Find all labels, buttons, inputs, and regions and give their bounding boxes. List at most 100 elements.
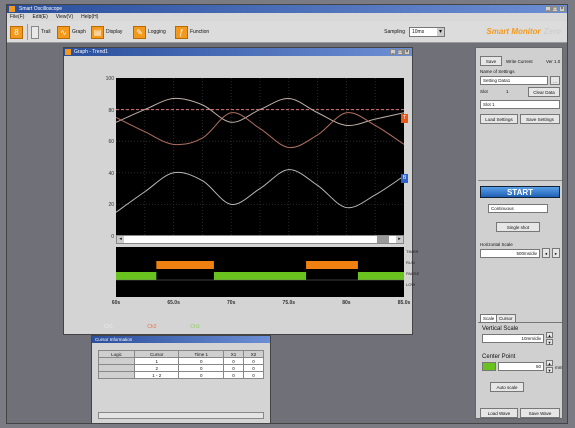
vertical-scale-label: Vertical Scale bbox=[482, 326, 519, 332]
menu-bar: File(F) Edit(E) View(V) Help(H) bbox=[7, 13, 567, 21]
vscale-down-icon[interactable]: ▾ bbox=[546, 339, 553, 345]
table-row[interactable]: 2000 bbox=[98, 364, 264, 372]
table-cell: 0 bbox=[223, 357, 245, 365]
table-cell: 0 bbox=[178, 357, 225, 365]
x-tick-label: 75.0s bbox=[282, 300, 296, 306]
graph-icon: ∿ bbox=[57, 25, 70, 39]
brand-logo: Smart Monitor Zero bbox=[486, 27, 561, 36]
load-settings-button[interactable]: Load Settings bbox=[480, 114, 518, 124]
save-wave-button[interactable]: Save Wave bbox=[520, 408, 560, 418]
y-tick-label: 100 bbox=[105, 76, 114, 82]
scroll-right-icon[interactable]: ▸ bbox=[396, 236, 403, 243]
scroll-left-icon[interactable]: ◂ bbox=[117, 236, 124, 243]
slot-value: 1 bbox=[506, 89, 509, 94]
horizontal-scrollbar[interactable]: ◂ ▸ bbox=[116, 235, 404, 244]
graph-button[interactable]: ∿ Graph bbox=[57, 25, 86, 39]
x-axis: 60s 65.0s 70s 75.0s 80s 85.0s bbox=[112, 300, 410, 308]
panel-icon: 8 bbox=[10, 25, 23, 39]
hscale-left-icon[interactable]: ◂ bbox=[542, 248, 550, 258]
settings-name-field[interactable]: Setting Data1 bbox=[480, 76, 548, 85]
legend-ch3: Ch3 bbox=[190, 324, 200, 330]
settings-name-label: Name of Settings bbox=[480, 69, 515, 74]
logging-button[interactable]: ✎ Logging bbox=[133, 25, 166, 39]
slot-label: Slot bbox=[480, 89, 488, 94]
table-row[interactable]: 1000 bbox=[98, 357, 264, 365]
digital-label: PAUSE bbox=[406, 271, 420, 276]
cursor-table-header: Time 1 bbox=[178, 350, 225, 358]
graph-minimize-icon[interactable]: _ bbox=[390, 49, 396, 55]
graph-window-title: Graph - Trend1 _ □ × bbox=[64, 48, 412, 56]
scroll-thumb[interactable] bbox=[377, 236, 389, 243]
graph-maximize-icon[interactable]: □ bbox=[397, 49, 403, 55]
tab-cursor[interactable]: Cursor bbox=[496, 314, 516, 322]
y-tick-label: 0 bbox=[111, 234, 114, 240]
analog-plot[interactable] bbox=[116, 78, 404, 236]
mode-value: Ver 1.0 bbox=[546, 59, 561, 64]
side-panel: Save Write Current Ver 1.0 Name of Setti… bbox=[475, 47, 563, 419]
trigger-mode-select[interactable]: Continuous bbox=[488, 204, 548, 213]
digital-low-segment bbox=[357, 272, 404, 280]
tab-scale[interactable]: Scale bbox=[480, 314, 498, 322]
save-settings-button[interactable]: Save Settings bbox=[520, 114, 560, 124]
single-shot-button[interactable]: Single shot bbox=[496, 222, 540, 232]
graph-window: Graph - Trend1 _ □ × T B ◂ ▸ 60s 65.0s 70s… bbox=[63, 47, 419, 335]
digital-low-segment bbox=[213, 272, 307, 280]
graph-window-icon bbox=[65, 49, 71, 55]
digital-high-segment bbox=[156, 261, 214, 269]
app-window: Smart Oscilloscope _ □ × File(F) Edit(E)… bbox=[6, 4, 568, 424]
table-row[interactable]: 1 - 2000 bbox=[98, 371, 264, 379]
digital-label: TIMER bbox=[406, 249, 419, 254]
display-icon: ▤ bbox=[91, 25, 104, 39]
x-tick-label: 80s bbox=[342, 300, 351, 306]
center-up-icon[interactable]: ▴ bbox=[546, 360, 553, 366]
center-down-icon[interactable]: ▾ bbox=[546, 367, 553, 373]
trigger-marker[interactable]: T bbox=[401, 114, 408, 123]
auto-scale-button[interactable]: Auto scale bbox=[490, 382, 524, 392]
table-cell: 0 bbox=[243, 357, 264, 365]
cursor-table-header: Cursor bbox=[133, 350, 180, 358]
baseline-marker[interactable]: B bbox=[401, 174, 408, 183]
clear-data-button[interactable]: Clear Data bbox=[528, 87, 560, 97]
sampling-control: Sampling 10ms bbox=[384, 27, 445, 37]
save-button[interactable]: Save bbox=[480, 56, 502, 66]
digital-label: LOW bbox=[406, 282, 416, 287]
close-icon[interactable]: × bbox=[559, 6, 565, 12]
menu-edit[interactable]: Edit(E) bbox=[32, 13, 47, 21]
trail-icon bbox=[31, 25, 39, 39]
function-icon: ƒ bbox=[175, 25, 188, 39]
legend-ch2: Ch2 bbox=[147, 324, 157, 330]
hscale-right-icon[interactable]: ▸ bbox=[552, 248, 560, 258]
menu-file[interactable]: File(F) bbox=[10, 13, 24, 21]
horizontal-scale-field[interactable]: 500ms/div bbox=[480, 249, 540, 258]
legend: Ch1 Ch2 Ch3 bbox=[104, 324, 200, 330]
slot-select[interactable]: Slot 1 bbox=[480, 100, 560, 109]
load-wave-button[interactable]: Load Wave bbox=[480, 408, 518, 418]
center-point-label: Center Point bbox=[482, 354, 516, 360]
menu-view[interactable]: View(V) bbox=[56, 13, 73, 21]
panel-button[interactable]: 8 bbox=[10, 25, 23, 39]
logging-icon: ✎ bbox=[133, 25, 146, 39]
vertical-scale-field[interactable]: 10mm/div bbox=[482, 334, 544, 343]
table-cell: 2 bbox=[133, 364, 180, 372]
center-indicator bbox=[482, 362, 496, 371]
mode-label: Write Current bbox=[506, 59, 533, 64]
cursor-scrollbar[interactable] bbox=[98, 412, 264, 419]
center-point-field[interactable]: 50 bbox=[498, 362, 544, 371]
graph-close-icon[interactable]: × bbox=[404, 49, 410, 55]
table-cell: 0 bbox=[223, 371, 245, 379]
center-unit: mm bbox=[555, 365, 563, 370]
start-button[interactable]: START bbox=[480, 186, 560, 198]
table-cell: 0 bbox=[178, 371, 225, 379]
menu-help[interactable]: Help(H) bbox=[81, 13, 98, 21]
y-tick-label: 20 bbox=[108, 202, 114, 209]
display-button[interactable]: ▤ Display bbox=[91, 25, 122, 39]
browse-button[interactable]: … bbox=[550, 76, 560, 85]
vscale-up-icon[interactable]: ▴ bbox=[546, 332, 553, 338]
minimize-icon[interactable]: _ bbox=[545, 6, 551, 12]
table-cell bbox=[98, 357, 135, 365]
maximize-icon[interactable]: □ bbox=[552, 6, 558, 12]
table-cell: 0 bbox=[243, 371, 264, 379]
trail-button[interactable]: Trail bbox=[31, 25, 51, 39]
function-button[interactable]: ƒ Function bbox=[175, 25, 209, 39]
sampling-select[interactable]: 10ms bbox=[409, 27, 445, 37]
